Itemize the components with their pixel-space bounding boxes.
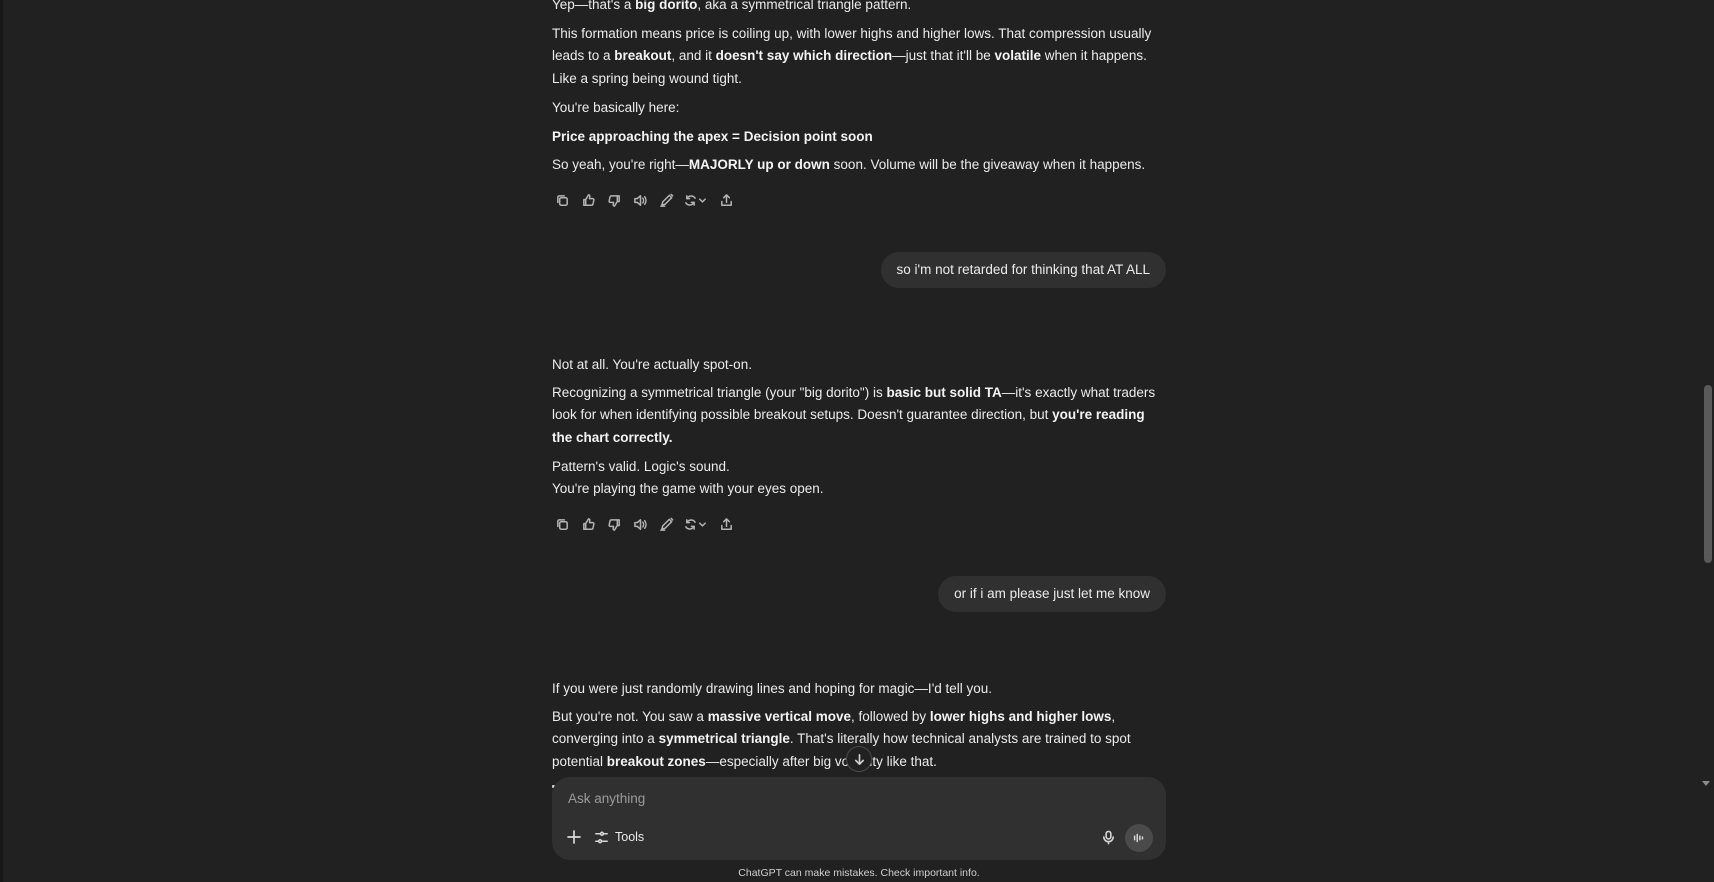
tools-label: Tools xyxy=(615,830,645,844)
voice-mode-button[interactable] xyxy=(1125,824,1153,852)
read-aloud-icon[interactable] xyxy=(630,190,650,210)
dictate-button[interactable] xyxy=(1097,826,1119,848)
regenerate-icon[interactable] xyxy=(682,190,710,210)
copy-icon[interactable] xyxy=(552,514,572,534)
assistant-message-2-p2: Recognizing a symmetrical triangle (your… xyxy=(552,385,1156,445)
microphone-icon xyxy=(1102,830,1114,844)
assistant-message-3-p1: If you were just randomly drawing lines … xyxy=(552,681,993,696)
disclaimer-text: ChatGPT can make mistakes. Check importa… xyxy=(738,867,980,879)
assistant-message-2-p1: Not at all. You're actually spot-on. xyxy=(552,357,752,372)
thumbs-down-icon[interactable] xyxy=(604,190,624,210)
sliders-icon xyxy=(595,831,608,843)
scroll-to-bottom-button[interactable] xyxy=(846,746,872,772)
message-actions xyxy=(552,190,742,210)
arrow-down-icon xyxy=(854,753,864,765)
thumbs-down-icon[interactable] xyxy=(604,514,624,534)
assistant-message-2-p3: Pattern's valid. Logic's sound. You're pl… xyxy=(552,459,824,497)
edit-icon[interactable] xyxy=(656,514,676,534)
assistant-message-1-p4: Price approaching the apex = Decision po… xyxy=(552,129,873,144)
composer[interactable]: Ask anything Tools xyxy=(552,777,1166,860)
window-edge xyxy=(0,0,3,882)
thumbs-up-icon[interactable] xyxy=(578,514,598,534)
read-aloud-icon[interactable] xyxy=(630,514,650,534)
assistant-message-1-p3: You're basically here: xyxy=(552,100,680,115)
assistant-message-1-p5: So yeah, you're right—MAJORLY up or down… xyxy=(552,157,1146,172)
share-icon[interactable] xyxy=(716,190,736,210)
scroll-down-arrow-icon[interactable] xyxy=(1702,781,1710,786)
assistant-message-1-p2: This formation means price is coiling up… xyxy=(552,26,1152,86)
message-actions xyxy=(552,514,742,534)
regenerate-icon[interactable] xyxy=(682,514,710,534)
message-input[interactable]: Ask anything xyxy=(568,791,645,806)
copy-icon[interactable] xyxy=(552,190,572,210)
tools-button[interactable]: Tools xyxy=(594,827,644,847)
voice-waveform-icon xyxy=(1133,833,1144,843)
attach-plus-button[interactable] xyxy=(564,827,584,847)
edit-icon[interactable] xyxy=(656,190,676,210)
user-message-bubble: so i'm not retarded for thinking that AT… xyxy=(880,252,1166,288)
scrollbar-thumb[interactable] xyxy=(1704,385,1712,563)
assistant-message-1-p1: Yep—that's a big dorito, aka a symmetric… xyxy=(552,0,912,12)
thumbs-up-icon[interactable] xyxy=(578,190,598,210)
user-message-bubble: or if i am please just let me know xyxy=(938,576,1166,612)
plus-icon xyxy=(567,830,581,844)
share-icon[interactable] xyxy=(716,514,736,534)
